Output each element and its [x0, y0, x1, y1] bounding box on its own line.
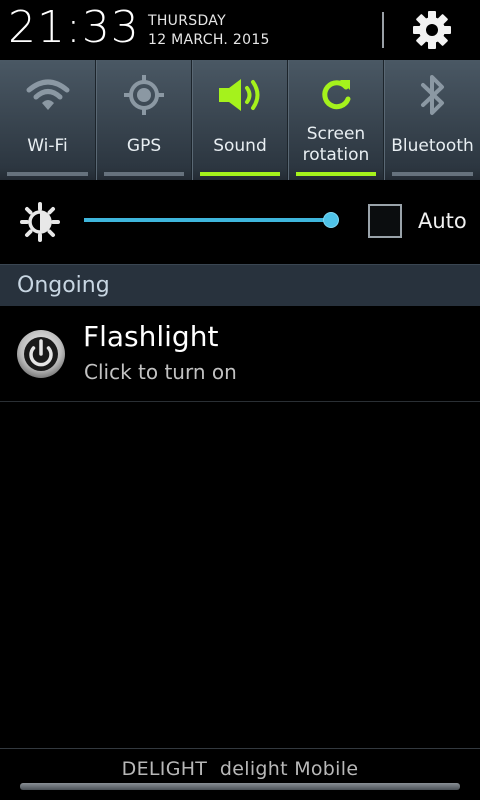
- settings-button[interactable]: [408, 7, 456, 53]
- auto-brightness-checkbox[interactable]: [368, 204, 402, 238]
- toggle-gps[interactable]: GPS: [96, 60, 192, 180]
- section-header-ongoing: Ongoing: [0, 264, 480, 306]
- speaker-icon: [219, 79, 260, 111]
- toggle-label-line1: Screen: [306, 124, 366, 144]
- auto-brightness-label: Auto: [418, 209, 467, 233]
- drag-handle[interactable]: [20, 783, 460, 790]
- bluetooth-icon: [420, 75, 444, 115]
- brightness-slider-track[interactable]: [84, 218, 332, 222]
- rotation-icon: [322, 80, 351, 110]
- notification-item[interactable]: Flashlight Click to turn on: [0, 306, 480, 402]
- section-title: Ongoing: [17, 273, 110, 298]
- toggle-screen-rotation[interactable]: Screen rotation: [288, 60, 384, 180]
- toggle-indicator: [392, 172, 473, 176]
- notification-title: Flashlight: [83, 320, 219, 353]
- brightness-slider-thumb[interactable]: [323, 212, 339, 228]
- gear-icon: [413, 11, 451, 49]
- toggle-indicator: [7, 172, 88, 176]
- toggle-label: Bluetooth: [391, 136, 474, 156]
- power-icon: [17, 330, 65, 378]
- toggle-label: GPS: [126, 136, 162, 156]
- status-header: 21:33 THURSDAY 12 MARCH. 2015: [0, 0, 480, 60]
- carrier-label: DELIGHT delight Mobile: [121, 758, 359, 780]
- day-of-week: THURSDAY: [148, 13, 226, 29]
- date-block: THURSDAY 12 MARCH. 2015: [148, 12, 270, 50]
- toggle-indicator: [296, 172, 376, 176]
- notification-subtitle: Click to turn on: [84, 360, 237, 384]
- toggle-indicator: [200, 172, 280, 176]
- toggle-bluetooth[interactable]: Bluetooth: [384, 60, 480, 180]
- toggle-indicator: [104, 172, 184, 176]
- toggle-label-line2: rotation: [302, 145, 370, 165]
- header-divider: [382, 12, 384, 48]
- carrier-footer: DELIGHT delight Mobile: [0, 748, 480, 800]
- wifi-icon: [26, 79, 69, 110]
- date-text: 12 MARCH. 2015: [148, 32, 270, 48]
- quick-settings-panel: Wi-Fi GPS Sound Screen rotation Bluetoot…: [0, 60, 480, 180]
- clock-time: 21:33: [8, 2, 140, 53]
- toggle-label: Screen rotation: [289, 124, 383, 166]
- toggle-label: Wi-Fi: [27, 136, 68, 156]
- toggle-wifi[interactable]: Wi-Fi: [0, 60, 96, 180]
- brightness-icon: [20, 202, 60, 242]
- gps-icon: [124, 75, 164, 115]
- toggle-label: Sound: [213, 136, 267, 156]
- brightness-row: [0, 180, 480, 264]
- toggle-sound[interactable]: Sound: [192, 60, 288, 180]
